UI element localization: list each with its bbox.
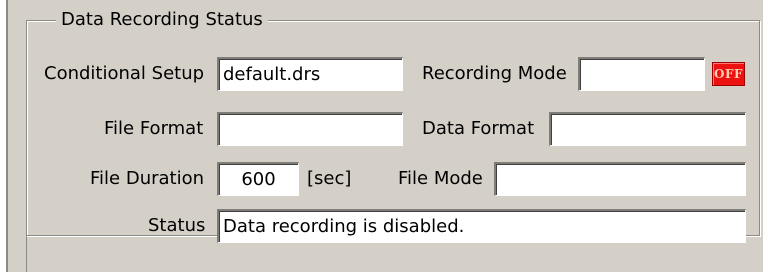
file-duration-label: File Duration bbox=[90, 168, 205, 189]
data-format-label: Data Format bbox=[422, 118, 535, 139]
file-mode-field[interactable] bbox=[494, 162, 746, 196]
conditional-setup-label: Conditional Setup bbox=[44, 63, 205, 84]
panel-divider bbox=[26, 236, 27, 272]
status-label: Status bbox=[148, 215, 206, 236]
conditional-setup-field[interactable]: default.drs bbox=[217, 57, 403, 91]
data-format-field[interactable] bbox=[549, 112, 746, 146]
status-field: Data recording is disabled. bbox=[217, 209, 746, 243]
recording-mode-field[interactable] bbox=[578, 57, 705, 91]
group-title: Data Recording Status bbox=[56, 8, 268, 32]
recording-mode-label: Recording Mode bbox=[422, 63, 567, 84]
file-duration-field[interactable]: 600 bbox=[217, 162, 299, 196]
file-format-field[interactable] bbox=[217, 112, 403, 146]
recording-off-indicator: OFF bbox=[712, 62, 745, 86]
file-mode-label: File Mode bbox=[398, 168, 483, 189]
file-format-label: File Format bbox=[104, 118, 204, 139]
file-duration-unit: [sec] bbox=[307, 168, 352, 189]
